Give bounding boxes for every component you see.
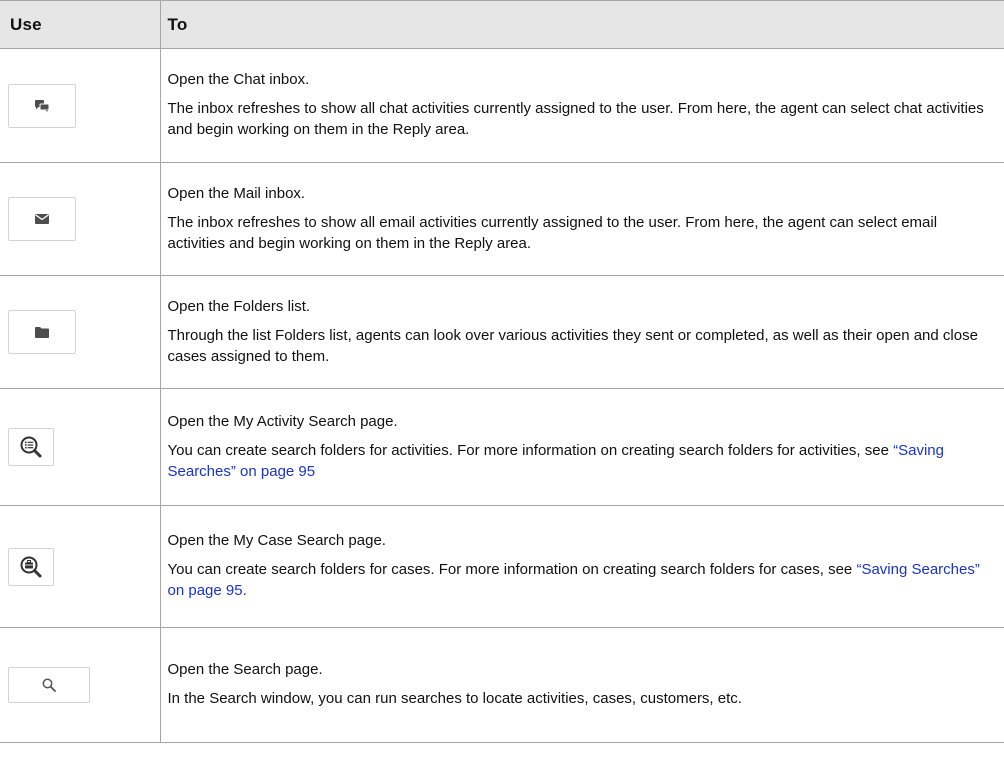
- row-description: Through the list Folders list, agents ca…: [167, 326, 978, 365]
- folders-button[interactable]: [8, 310, 76, 354]
- table-row: Open the Search page. In the Search wind…: [0, 627, 1004, 743]
- row-title: Open the Mail inbox.: [167, 184, 306, 202]
- chat-button[interactable]: [8, 83, 76, 128]
- header-to: To: [159, 0, 1004, 49]
- table-row: Open the Mail inbox. The inbox refreshes…: [0, 162, 1004, 276]
- folder-icon: [35, 326, 49, 338]
- row-description: You can create search folders for cases.…: [167, 561, 980, 599]
- chat-icon: [35, 99, 50, 112]
- row-title: Open the Search page.: [167, 661, 323, 678]
- activity-search-icon: [20, 436, 42, 458]
- mail-icon: [35, 214, 49, 224]
- my-case-search-button[interactable]: [8, 547, 54, 586]
- table-row: Open the Folders list. Through the list …: [0, 275, 1004, 389]
- mail-button[interactable]: [8, 197, 76, 241]
- row-title: Open the Chat inbox.: [167, 71, 310, 88]
- case-search-icon: [20, 556, 42, 577]
- table-row: Open the My Case Search page. You can cr…: [0, 505, 1004, 628]
- row-description: The inbox refreshes to show all email ac…: [167, 213, 938, 252]
- table-row: Open the Chat inbox. The inbox refreshes…: [0, 48, 1004, 163]
- search-button[interactable]: [8, 667, 90, 703]
- reference-table: Use To Open the Chat inbox. The inbox re…: [0, 0, 1004, 743]
- row-description: The inbox refreshes to show all chat act…: [167, 100, 984, 138]
- header-use: Use: [0, 0, 161, 49]
- row-title: Open the My Case Search page.: [167, 532, 386, 549]
- row-description: In the Search window, you can run search…: [167, 690, 742, 707]
- table-row: Open the My Activity Search page. You ca…: [0, 388, 1004, 506]
- search-icon: [42, 678, 56, 692]
- header-row: Use To: [0, 0, 1004, 49]
- row-description: You can create search folders for activi…: [167, 441, 944, 480]
- my-activity-search-button[interactable]: [8, 428, 54, 466]
- row-title: Open the Folders list.: [167, 297, 311, 315]
- row-title: Open the My Activity Search page.: [167, 412, 398, 430]
